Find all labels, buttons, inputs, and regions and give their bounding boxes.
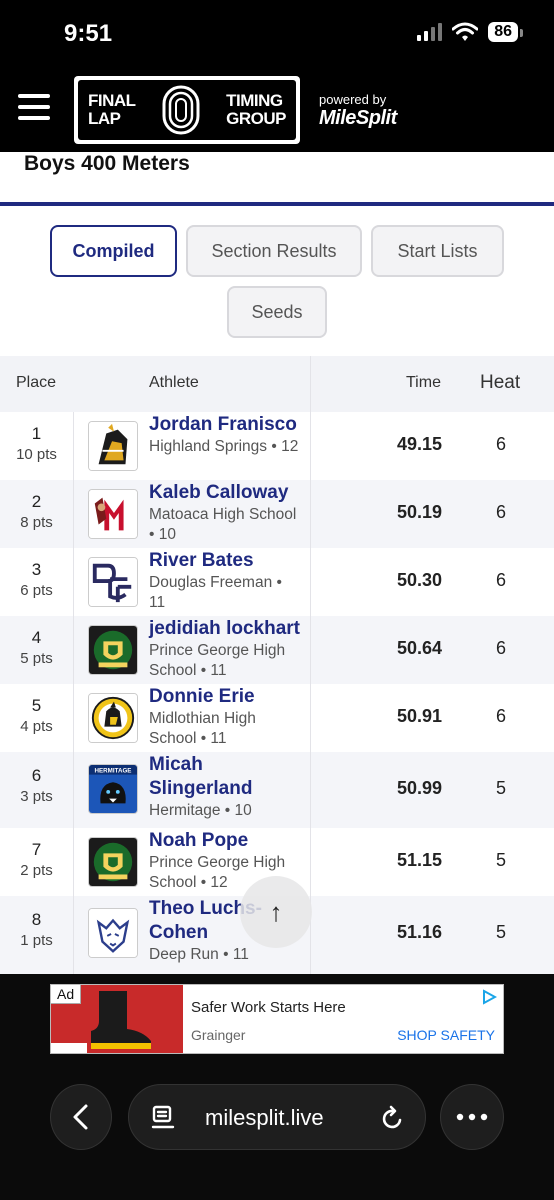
reload-icon[interactable] (381, 1105, 405, 1131)
menu-icon[interactable] (18, 94, 50, 120)
header-time[interactable]: Time (406, 374, 441, 392)
place-cell: 36 pts (20, 560, 53, 599)
time-cell: 51.16 (396, 922, 442, 942)
more-options-button[interactable] (440, 1084, 504, 1150)
time-cell: 50.64 (396, 638, 442, 658)
url-text: milesplit.live (205, 1105, 324, 1130)
main-content: Boys 400 Meters Compiled Section Results… (0, 152, 554, 974)
heat-cell: 5 (495, 850, 506, 870)
time-cell: 50.30 (396, 570, 442, 590)
event-title: Boys 400 Meters (24, 152, 190, 175)
back-button[interactable] (50, 1084, 112, 1150)
place-cell: 54 pts (20, 696, 53, 735)
prince-george-crest-icon (88, 837, 138, 887)
hermitage-logo-text: HERMITAGE (95, 768, 132, 775)
table-header: Place Athlete Time Heat (0, 356, 554, 412)
brand-logo[interactable]: FINAL LAP TIMING GROUP (74, 76, 300, 144)
prince-george-crest-icon (88, 625, 138, 675)
table-row[interactable]: 63 pts HERMITAGE Micah Slingerland Hermit… (0, 752, 554, 828)
wifi-icon (452, 22, 479, 41)
header-heat[interactable]: Heat (480, 372, 520, 394)
status-icons: 86 (417, 22, 523, 42)
athlete-school: Prince George High School • 11 (149, 642, 286, 679)
place-cell: 63 pts (20, 766, 53, 805)
ad-advertiser: Grainger (191, 1027, 246, 1043)
time-cell: 50.99 (396, 778, 442, 798)
wildcat-logo-icon (88, 908, 138, 958)
powered-by: powered by MileSplit (319, 92, 397, 130)
place-cell: 81 pts (20, 910, 53, 949)
heat-cell: 6 (495, 434, 506, 454)
athlete-school: Douglas Freeman • 11 (149, 574, 282, 611)
athlete-name[interactable]: Donnie Erie (149, 685, 301, 709)
place-cell: 72 pts (20, 840, 53, 879)
ad-banner[interactable]: Ad Safer Work Starts Here Grainger SHOP … (50, 984, 504, 1054)
athlete-school: Highland Springs • 12 (149, 438, 299, 455)
scroll-to-top-button[interactable]: ↑ (240, 876, 312, 948)
chevron-left-icon (73, 1104, 88, 1130)
trojan-logo-icon (88, 693, 138, 743)
athlete-school: Midlothian High School • 11 (149, 710, 256, 747)
time-cell: 49.15 (396, 434, 442, 454)
place-cell: 45 pts (20, 628, 53, 667)
ad-cta-link[interactable]: SHOP SAFETY (397, 1027, 495, 1043)
m-warrior-logo-icon (88, 489, 138, 539)
header-athlete[interactable]: Athlete (149, 374, 199, 392)
tab-start-lists[interactable]: Start Lists (371, 225, 504, 277)
table-row[interactable]: 54 pts Donnie Erie Midlothian High School… (0, 684, 554, 752)
place-cell: 1 10 pts (16, 424, 57, 463)
athlete-name[interactable]: Noah Pope (149, 829, 301, 853)
powered-by-label: powered by (319, 92, 387, 107)
ad-headline[interactable]: Safer Work Starts Here (191, 999, 346, 1016)
address-bar[interactable]: milesplit.live (128, 1084, 426, 1150)
tab-section-results[interactable]: Section Results (186, 225, 362, 277)
athlete-name[interactable]: Kaleb Calloway (149, 481, 301, 505)
status-bar: 9:51 86 (0, 0, 554, 70)
athlete-school: Matoaca High School • 10 (149, 506, 297, 543)
app-header: FINAL LAP TIMING GROUP powered by MileSp… (0, 70, 554, 152)
clock: 9:51 (64, 20, 113, 47)
time-cell: 50.91 (396, 706, 442, 726)
athlete-school: Hermitage • 10 (149, 802, 252, 819)
athlete-name[interactable]: River Bates (149, 549, 301, 573)
battery-indicator: 86 (488, 22, 523, 42)
athlete-name[interactable]: jedidiah lockhart (149, 617, 301, 641)
title-divider (0, 202, 554, 206)
milesplit-logo[interactable]: MileSplit (319, 107, 397, 130)
heat-cell: 6 (495, 570, 506, 590)
dsf-logo-icon (88, 557, 138, 607)
place-cell: 28 pts (20, 492, 53, 531)
table-row[interactable]: 45 pts jedidiah lockhart Prince George Hi… (0, 616, 554, 684)
tab-seeds[interactable]: Seeds (227, 286, 327, 338)
heat-cell: 6 (495, 502, 506, 522)
brand-left-text: FINAL LAP (88, 91, 136, 128)
cellular-signal-icon (417, 23, 443, 41)
adchoices-icon[interactable] (481, 989, 497, 1005)
heat-cell: 5 (495, 922, 506, 942)
table-row[interactable]: 28 pts Kaleb Calloway Matoaca High School… (0, 480, 554, 548)
time-cell: 50.19 (396, 502, 442, 522)
arrow-up-icon: ↑ (269, 896, 283, 927)
warrior-logo-icon (88, 421, 138, 471)
more-dots-icon (456, 1113, 488, 1121)
track-oval-icon (162, 85, 200, 135)
tab-compiled[interactable]: Compiled (50, 225, 177, 277)
athlete-name[interactable]: Micah Slingerland (149, 753, 301, 801)
panther-logo-icon: HERMITAGE (88, 764, 138, 814)
athlete-name[interactable]: Jordan Franisco (149, 413, 301, 437)
table-row[interactable]: 1 10 pts Jordan Franisco Highland Springs … (0, 412, 554, 480)
heat-cell: 6 (495, 706, 506, 726)
ad-badge: Ad (51, 985, 82, 1004)
page-menu-icon[interactable] (151, 1105, 175, 1131)
athlete-school: Deep Run • 11 (149, 946, 249, 963)
bottom-area: Ad Safer Work Starts Here Grainger SHOP … (0, 974, 554, 1200)
brand-right-text: TIMING GROUP (226, 91, 286, 128)
header-place[interactable]: Place (16, 374, 56, 392)
time-cell: 51.15 (396, 850, 442, 870)
heat-cell: 6 (495, 638, 506, 658)
heat-cell: 5 (495, 778, 506, 798)
table-row[interactable]: 36 pts River Bates Douglas Freeman • 11 5… (0, 548, 554, 616)
